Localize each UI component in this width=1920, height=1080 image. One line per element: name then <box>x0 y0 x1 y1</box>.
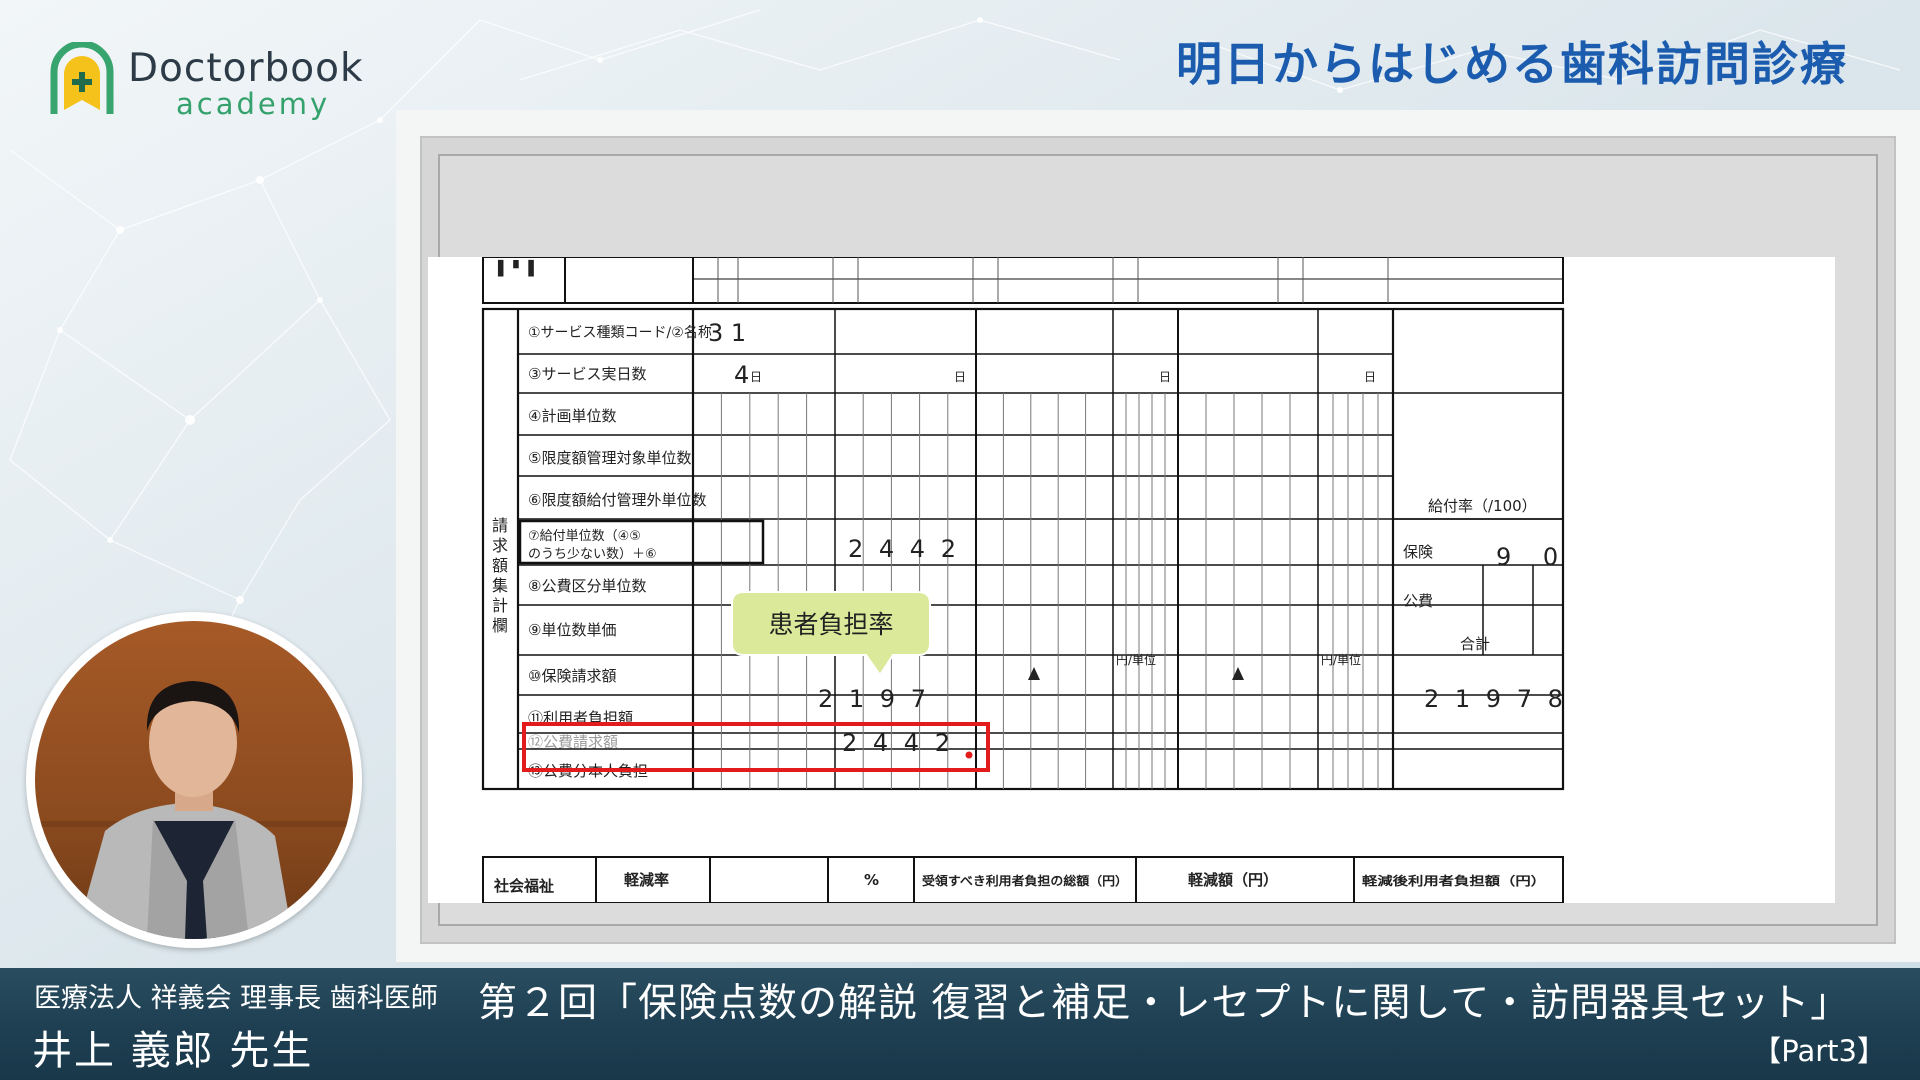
value-service-code: 3 1 <box>708 319 746 347</box>
row-label-outside-units: ⑥限度額給付管理外単位数 <box>528 491 706 509</box>
episode-title: 第２回「保険点数の解説 復習と補足・レセプトに関して・訪問器具セット」 <box>478 981 1851 1026</box>
callout-bubble: 患者負担率 <box>731 591 931 677</box>
value-benefit-units: 2 4 4 2 <box>848 535 960 563</box>
unit-price-mark: 円/単位 <box>1116 652 1156 667</box>
unit-price-mark: 円/単位 <box>1321 652 1361 667</box>
triangle-mark <box>1028 667 1040 680</box>
row-label-insurance-claim: ⑩保険請求額 <box>528 667 616 685</box>
row-label-public-units: ⑧公費区分単位数 <box>528 577 646 595</box>
side-label-char: 請 <box>492 516 508 535</box>
form-side-label: 請 求 額 集 計 欄 <box>492 516 508 635</box>
logo-wordmark: Doctorbook <box>128 46 364 91</box>
row-label-benefit-units-1: ⑦給付単位数（④⑤ <box>528 528 641 544</box>
day-unit-mark: 日 <box>1159 370 1171 384</box>
footer-social-welfare: 社会福祉 <box>493 877 554 895</box>
value-service-days: 4 <box>734 361 749 389</box>
row-label-unit-price: ⑨単位数単価 <box>528 621 616 639</box>
footer-after-reduction: 軽減後利用者負担額（円） <box>1362 873 1546 888</box>
value-insurance-claim: 2 1 9 7 <box>818 685 930 713</box>
day-unit-mark: 日 <box>750 370 762 384</box>
row-label-benefit-units-2: のうち少ない数）＋⑥ <box>528 547 657 562</box>
episode-part: 【Part3】 <box>1752 1034 1886 1068</box>
presenter-photo <box>26 612 362 948</box>
row-label-public-claim: ⑫公費請求額 <box>528 733 618 751</box>
benefit-rate-label: 給付率（/100） <box>1428 497 1537 515</box>
public-label: 公費 <box>1403 592 1433 610</box>
row-label-service-code: ①サービス種類コード/②名称 <box>528 325 712 341</box>
total-value: 2 1 9 7 8 <box>1424 685 1567 713</box>
row-label-plan-units: ④計画単位数 <box>528 407 616 425</box>
side-label-char: 計 <box>492 596 508 615</box>
footer-percent: % <box>864 871 879 889</box>
day-unit-mark: 日 <box>954 370 966 384</box>
claim-form-table: ▌ ▘ ▌ 請 求 額 集 計 欄 ①サービス種類コード/②名称 ③サービス実日… <box>481 257 1570 903</box>
presenter-affiliation: 医療法人 祥義会 理事長 歯科医師 <box>34 983 438 1014</box>
total-label: 合計 <box>1460 635 1490 653</box>
side-label-char: 求 <box>492 536 508 555</box>
footer-reduction-amount: 軽減額（円） <box>1188 871 1278 889</box>
program-title: 明日からはじめる歯科訪問診療 <box>1176 37 1848 91</box>
form-top-partial-label: ▌ ▘ ▌ <box>497 259 539 277</box>
footer-reduction-rate: 軽減率 <box>624 871 669 889</box>
doctorbook-arch-icon <box>50 42 114 114</box>
row-label-service-days: ③サービス実日数 <box>528 365 646 383</box>
day-unit-mark: 日 <box>1364 370 1376 384</box>
insurance-label: 保険 <box>1403 543 1433 561</box>
value-user-burden: 2 4 4 2 <box>842 729 954 757</box>
callout-text: 患者負担率 <box>768 610 893 639</box>
side-label-char: 集 <box>492 576 508 595</box>
logo-subtitle: academy <box>176 87 331 121</box>
doctorbook-logo: Doctorbook academy <box>50 42 380 122</box>
presenter-name: 井上 義郎 先生 <box>32 1028 314 1074</box>
insurance-rate-value: 9 0 <box>1496 543 1570 571</box>
pointer-dot <box>964 750 974 760</box>
side-label-char: 欄 <box>492 616 508 635</box>
footer-total-burden: 受領すべき利用者負担の総額（円） <box>922 873 1128 888</box>
side-label-char: 額 <box>492 556 508 575</box>
row-label-limit-units: ⑤限度額管理対象単位数 <box>528 449 691 467</box>
